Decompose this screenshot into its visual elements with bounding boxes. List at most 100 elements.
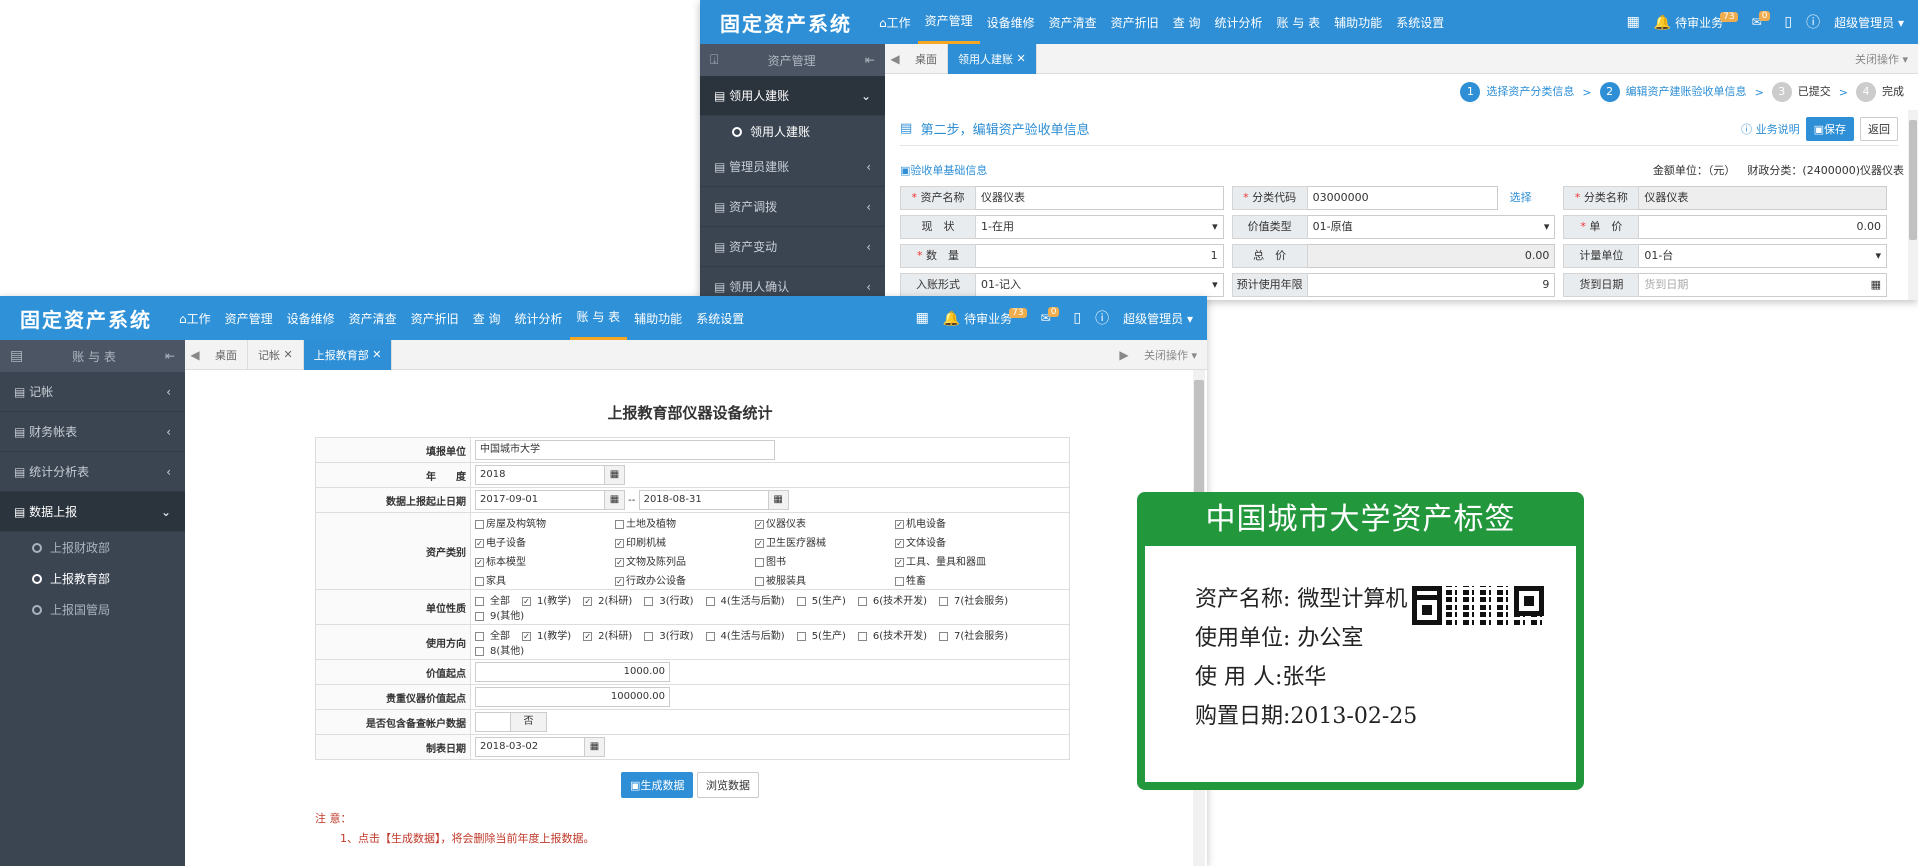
checkbox-option[interactable]: ✓ 行政办公设备: [615, 572, 755, 587]
grid-icon[interactable]: ▦: [916, 310, 929, 326]
checkbox-option[interactable]: 8(其他): [475, 646, 530, 657]
checkbox[interactable]: ✓: [522, 631, 531, 641]
sidebar-item[interactable]: ▤ 财务帐表 ‹: [0, 412, 185, 452]
filing-unit-input[interactable]: 中国城市大学: [475, 440, 775, 460]
value-threshold-input[interactable]: 1000.00: [475, 662, 670, 682]
checkbox-option[interactable]: 3(行政): [644, 631, 699, 642]
checkbox-option[interactable]: ✓ 2(科研): [583, 631, 638, 642]
nav-item[interactable]: ⌂工作: [872, 0, 918, 44]
save-button[interactable]: ▣保存: [1805, 116, 1854, 141]
nav-item[interactable]: 设备维修: [980, 0, 1042, 44]
calendar-icon[interactable]: ▦: [605, 490, 625, 510]
checkbox[interactable]: [615, 519, 624, 529]
checkbox[interactable]: ✓: [522, 596, 531, 606]
pending-tasks[interactable]: 🔔 待审业务73: [1654, 11, 1738, 31]
checkbox[interactable]: ✓: [895, 519, 904, 529]
sidebar-subitem[interactable]: 上报教育部: [0, 563, 185, 594]
nav-item[interactable]: 资产折旧: [404, 296, 466, 340]
sidebar-item[interactable]: ▤ 资产调拨 ‹: [700, 187, 885, 227]
mail-icon[interactable]: ✉0: [1041, 307, 1060, 325]
checkbox-option[interactable]: ✓ 2(科研): [583, 596, 638, 607]
scrollbar[interactable]: [1908, 110, 1918, 300]
tab-bookkeeping[interactable]: 记帐 ✕: [248, 339, 304, 370]
mobile-icon[interactable]: ▯: [1073, 310, 1081, 326]
close-operations[interactable]: 关闭操作 ▾: [1134, 347, 1207, 363]
sidebar-item[interactable]: ▤ 领用人建账 ⌄: [700, 76, 885, 116]
tab-desktop[interactable]: 桌面: [205, 339, 248, 370]
checkbox[interactable]: ✓: [615, 576, 624, 586]
browse-data-button[interactable]: 浏览数据: [696, 772, 759, 798]
checkbox-option[interactable]: 全部: [475, 596, 516, 607]
checkbox[interactable]: [796, 596, 806, 606]
field-input[interactable]: 9: [1307, 273, 1556, 297]
checkbox-option[interactable]: 土地及植物: [615, 515, 755, 530]
checkbox-option[interactable]: 被服装具: [755, 572, 895, 587]
nav-item[interactable]: 查 询: [1166, 0, 1208, 44]
nav-item[interactable]: 统计分析: [508, 296, 570, 340]
checkbox[interactable]: [857, 631, 867, 641]
field-input[interactable]: 1-在用 ▾: [976, 215, 1224, 239]
end-date-input[interactable]: 2018-08-31: [638, 490, 769, 510]
checkbox-option[interactable]: 6(技术开发): [857, 631, 933, 642]
mail-icon[interactable]: ✉0: [1752, 11, 1771, 29]
checkbox[interactable]: ✓: [475, 538, 484, 548]
nav-item[interactable]: 设备维修: [280, 296, 342, 340]
checkbox-option[interactable]: 6(技术开发): [857, 596, 933, 607]
table-date-input[interactable]: 2018-03-02: [475, 737, 585, 757]
calendar-icon[interactable]: ▦: [605, 465, 625, 485]
grid-icon[interactable]: ▦: [1627, 14, 1640, 30]
nav-item[interactable]: 账 与 表: [1270, 0, 1328, 44]
tab-moe-report[interactable]: 上报教育部 ✕: [303, 339, 393, 370]
checkbox-option[interactable]: 4(生活与后勤): [705, 596, 791, 607]
checkbox[interactable]: [705, 631, 715, 641]
checkbox-option[interactable]: 7(社会服务): [939, 631, 1014, 642]
precious-value-input[interactable]: 100000.00: [475, 687, 670, 707]
pending-tasks[interactable]: 🔔 待审业务73: [943, 307, 1027, 327]
nav-item[interactable]: 系统设置: [1389, 0, 1451, 44]
checkbox[interactable]: ✓: [895, 557, 904, 567]
help-link[interactable]: ⓘ 业务说明: [1741, 121, 1800, 137]
checkbox-option[interactable]: 5(生产): [796, 596, 852, 607]
sidebar-subitem[interactable]: 领用人建账: [700, 116, 885, 147]
checkbox[interactable]: ✓: [755, 538, 764, 548]
checkbox-option[interactable]: ✓ 仪器仪表: [755, 515, 895, 530]
checkbox-option[interactable]: ✓ 印刷机械: [615, 534, 755, 549]
nav-item[interactable]: 统计分析: [1208, 0, 1270, 44]
help-icon[interactable]: ⓘ: [1095, 308, 1109, 328]
checkbox[interactable]: [475, 611, 484, 621]
checkbox[interactable]: [755, 557, 764, 567]
include-toggle[interactable]: 否: [511, 712, 547, 732]
checkbox-option[interactable]: ✓ 机电设备: [895, 515, 1035, 530]
sidebar-item[interactable]: ▤ 管理员建账 ‹: [700, 147, 885, 187]
field-input[interactable]: 1: [976, 244, 1224, 268]
checkbox[interactable]: [755, 576, 764, 586]
calendar-icon[interactable]: ▦: [585, 737, 605, 757]
checkbox-option[interactable]: ✓ 标本模型: [475, 553, 615, 568]
field-input[interactable]: 货到日期 ▦: [1639, 273, 1888, 297]
nav-item[interactable]: 查 询: [466, 296, 508, 340]
calendar-icon[interactable]: ▦: [1871, 274, 1881, 296]
field-input[interactable]: 01-记入 ▾: [976, 273, 1224, 297]
checkbox-option[interactable]: 5(生产): [796, 631, 852, 642]
tab-desktop[interactable]: 桌面: [905, 43, 948, 74]
collapse-icon[interactable]: ⇤: [165, 349, 175, 363]
nav-item[interactable]: 资产折旧: [1104, 0, 1166, 44]
nav-item[interactable]: 系统设置: [689, 296, 751, 340]
year-input[interactable]: 2018: [475, 465, 605, 485]
generate-data-button[interactable]: ▣生成数据: [621, 772, 694, 798]
nav-item[interactable]: 辅助功能: [627, 296, 689, 340]
close-operations[interactable]: 关闭操作 ▾: [1845, 51, 1918, 67]
checkbox[interactable]: [796, 631, 806, 641]
checkbox[interactable]: [475, 596, 484, 606]
checkbox-option[interactable]: ✓ 文体设备: [895, 534, 1035, 549]
checkbox[interactable]: [475, 576, 484, 586]
checkbox[interactable]: ✓: [615, 538, 624, 548]
checkbox-option[interactable]: 家具: [475, 572, 615, 587]
nav-item[interactable]: 资产管理: [218, 296, 280, 340]
sidebar-item[interactable]: ▤ 统计分析表 ‹: [0, 452, 185, 492]
checkbox-option[interactable]: 全部: [475, 631, 516, 642]
checkbox[interactable]: [475, 646, 484, 656]
checkbox-option[interactable]: ✓ 1(教学): [522, 631, 577, 642]
checkbox-option[interactable]: ✓ 电子设备: [475, 534, 615, 549]
checkbox[interactable]: [857, 596, 867, 606]
